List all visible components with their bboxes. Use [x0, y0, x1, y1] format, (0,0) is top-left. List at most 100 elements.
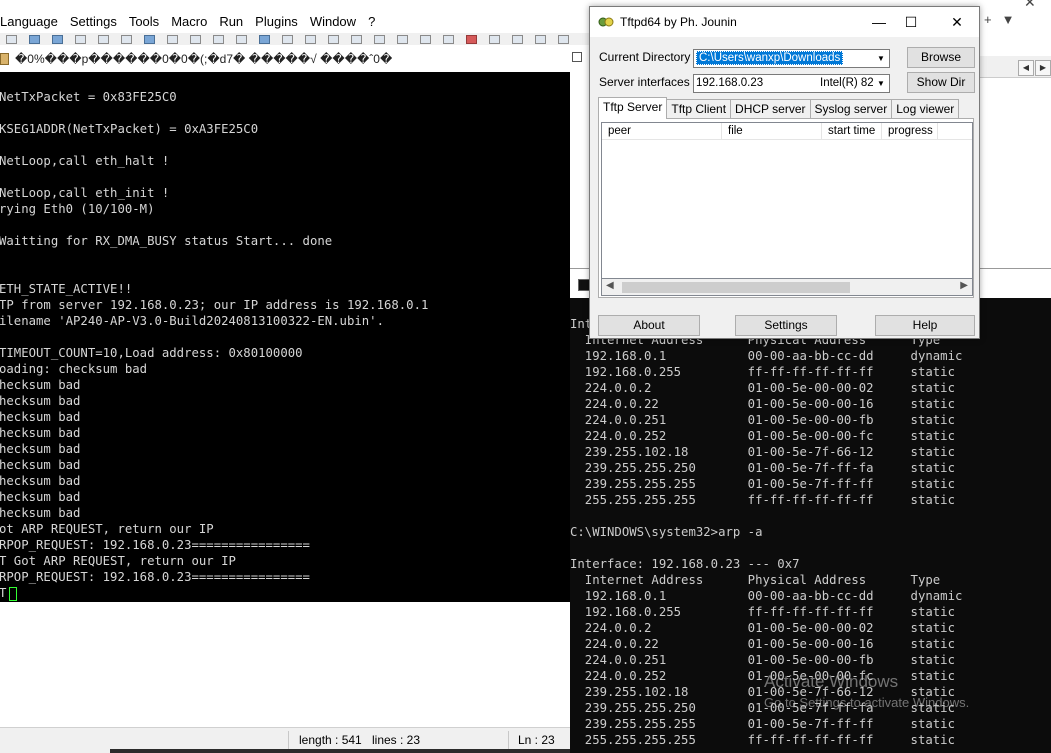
function-list-icon[interactable] [443, 34, 454, 44]
run-macro-icon[interactable] [535, 34, 546, 44]
scroll-right-icon[interactable]: ▶ [1035, 60, 1051, 76]
current-directory-combo[interactable]: C:\Users\wanxp\Downloads ▼ [693, 49, 890, 68]
terminal-line: hecksum bad [0, 378, 81, 392]
terminal-line: hecksum bad [0, 442, 81, 456]
browse-button[interactable]: Browse [907, 47, 975, 68]
menu-tools[interactable]: Tools [123, 12, 165, 32]
tab-dhcp-server[interactable]: DHCP server [730, 99, 811, 119]
tftpd64-titlebar[interactable]: Tftpd64 by Ph. Jounin — ☐ ✕ [590, 7, 979, 37]
scroll-left-icon[interactable]: ◀ [1018, 60, 1034, 76]
cmd-line: Internet Address Physical Address Type [570, 573, 941, 587]
terminal-cursor [9, 586, 18, 601]
close-icon[interactable]: ✕ [1024, 0, 1036, 11]
print-icon[interactable] [121, 34, 132, 44]
new-file-icon[interactable] [6, 34, 17, 44]
current-directory-value: C:\Users\wanxp\Downloads [696, 51, 844, 65]
terminal-line: NetLoop,call eth_init ! [0, 186, 170, 200]
chevron-down-icon[interactable]: ▼ [873, 50, 889, 67]
save-icon[interactable] [52, 34, 63, 44]
cmd-line: Interface: 192.168.0.23 --- 0x7 [570, 557, 800, 571]
toolbar [0, 33, 600, 45]
open-file-icon[interactable] [29, 34, 40, 44]
menu-run[interactable]: Run [213, 12, 249, 32]
wrap-icon[interactable] [374, 34, 385, 44]
chevron-down-icon[interactable]: ▼ [1002, 12, 1015, 27]
replace-icon[interactable] [282, 34, 293, 44]
column-progress[interactable]: progress [882, 123, 938, 139]
terminal-line: T Got ARP REQUEST, return our IP [0, 554, 236, 568]
show-dir-button[interactable]: Show Dir [907, 72, 975, 93]
tab-syslog-server[interactable]: Syslog server [809, 99, 893, 119]
terminal-line: RPOP_REQUEST: 192.168.0.23==============… [0, 538, 310, 552]
menu-help[interactable]: ? [362, 12, 381, 32]
doc-map-icon[interactable] [420, 34, 431, 44]
close-window-icon[interactable]: ✕ [942, 11, 972, 33]
menu-macro[interactable]: Macro [165, 12, 213, 32]
minimize-icon[interactable]: — [864, 11, 894, 33]
editor-tab-title[interactable]: �0%���p������0�0�(;�d7� �����√ ����ˆ0� [15, 52, 392, 66]
menu-settings[interactable]: Settings [64, 12, 123, 32]
terminal-line: ETH_STATE_ACTIVE!! [0, 282, 133, 296]
scroll-left-icon[interactable]: ◀ [606, 280, 614, 291]
terminal-line: NetLoop,call eth_halt ! [0, 154, 170, 168]
status-length: length : 541 [299, 733, 362, 747]
terminal-line: Waitting for RX_DMA_BUSY status Start...… [0, 234, 333, 248]
add-tab-icon[interactable]: + [984, 12, 992, 27]
tab-tftp-client[interactable]: Tftp Client [666, 99, 732, 119]
status-ln: Ln : 23 [518, 733, 555, 747]
transfer-list[interactable]: peer file start time progress [601, 122, 973, 279]
background-app [980, 0, 1051, 268]
scrollbar-thumb[interactable] [622, 282, 850, 293]
status-lines: lines : 23 [372, 733, 421, 747]
cmd-line: 224.0.0.251 01-00-5e-00-00-fb static [570, 653, 955, 667]
find-icon[interactable] [259, 34, 270, 44]
cut-icon[interactable] [144, 34, 155, 44]
restore-icon[interactable] [572, 52, 582, 62]
maximize-icon[interactable]: ☐ [896, 11, 926, 33]
cmd-line: 255.255.255.255 ff-ff-ff-ff-ff-ff static [570, 493, 955, 507]
chevron-down-icon[interactable]: ▼ [873, 75, 889, 92]
menu-window[interactable]: Window [304, 12, 362, 32]
tftp-tabs: Tftp Server Tftp Client DHCP server Sysl… [598, 97, 960, 119]
cmd-line: 192.168.0.255 ff-ff-ff-ff-ff-ff static [570, 605, 955, 619]
menu-plugins[interactable]: Plugins [249, 12, 304, 32]
editor-tab-row: �0%���p������0�0�(;�d7� �����√ ����ˆ0� [0, 46, 590, 72]
serial-terminal[interactable]: NetTxPacket = 0x83FE25C0 KSEG1ADDR(NetTxP… [0, 72, 570, 602]
terminal-line: ilename 'AP240-AP-V3.0-Build202408131003… [0, 314, 384, 328]
save-macro-icon[interactable] [558, 34, 569, 44]
zoom-out-icon[interactable] [328, 34, 339, 44]
close-file-icon[interactable] [98, 34, 109, 44]
stop-macro-icon[interactable] [489, 34, 500, 44]
tab-tftp-server[interactable]: Tftp Server [598, 97, 668, 119]
sync-icon[interactable] [351, 34, 362, 44]
indent-guide-icon[interactable] [397, 34, 408, 44]
redo-icon[interactable] [236, 34, 247, 44]
save-all-icon[interactable] [75, 34, 86, 44]
status-separator [288, 731, 289, 751]
undo-icon[interactable] [213, 34, 224, 44]
zoom-in-icon[interactable] [305, 34, 316, 44]
tab-log-viewer[interactable]: Log viewer [891, 99, 960, 119]
cmd-line: 224.0.0.251 01-00-5e-00-00-fb static [570, 413, 955, 427]
settings-button[interactable]: Settings [735, 315, 837, 336]
transfer-list-header: peer file start time progress [602, 123, 972, 140]
terminal-line: KSEG1ADDR(NetTxPacket) = 0xA3FE25C0 [0, 122, 259, 136]
server-interfaces-combo[interactable]: 192.168.0.23 Intel(R) 825 ▼ [693, 74, 890, 93]
menu-language[interactable]: Language [0, 12, 64, 32]
terminal-line: hecksum bad [0, 474, 81, 488]
column-peer[interactable]: peer [602, 123, 722, 139]
cmd-line: C:\WINDOWS\system32>arp -a [570, 525, 763, 539]
help-button[interactable]: Help [875, 315, 975, 336]
scroll-right-icon[interactable]: ▶ [960, 280, 968, 291]
horizontal-scrollbar[interactable]: ◀ ▶ [601, 279, 973, 296]
play-macro-icon[interactable] [512, 34, 523, 44]
terminal-line: TIMEOUT_COUNT=10,Load address: 0x8010000… [0, 346, 303, 360]
terminal-line: hecksum bad [0, 394, 81, 408]
copy-icon[interactable] [167, 34, 178, 44]
column-start-time[interactable]: start time [822, 123, 882, 139]
column-file[interactable]: file [722, 123, 822, 139]
current-directory-label: Current Directory [599, 50, 691, 64]
paste-icon[interactable] [190, 34, 201, 44]
about-button[interactable]: About [598, 315, 700, 336]
record-macro-icon[interactable] [466, 34, 477, 44]
